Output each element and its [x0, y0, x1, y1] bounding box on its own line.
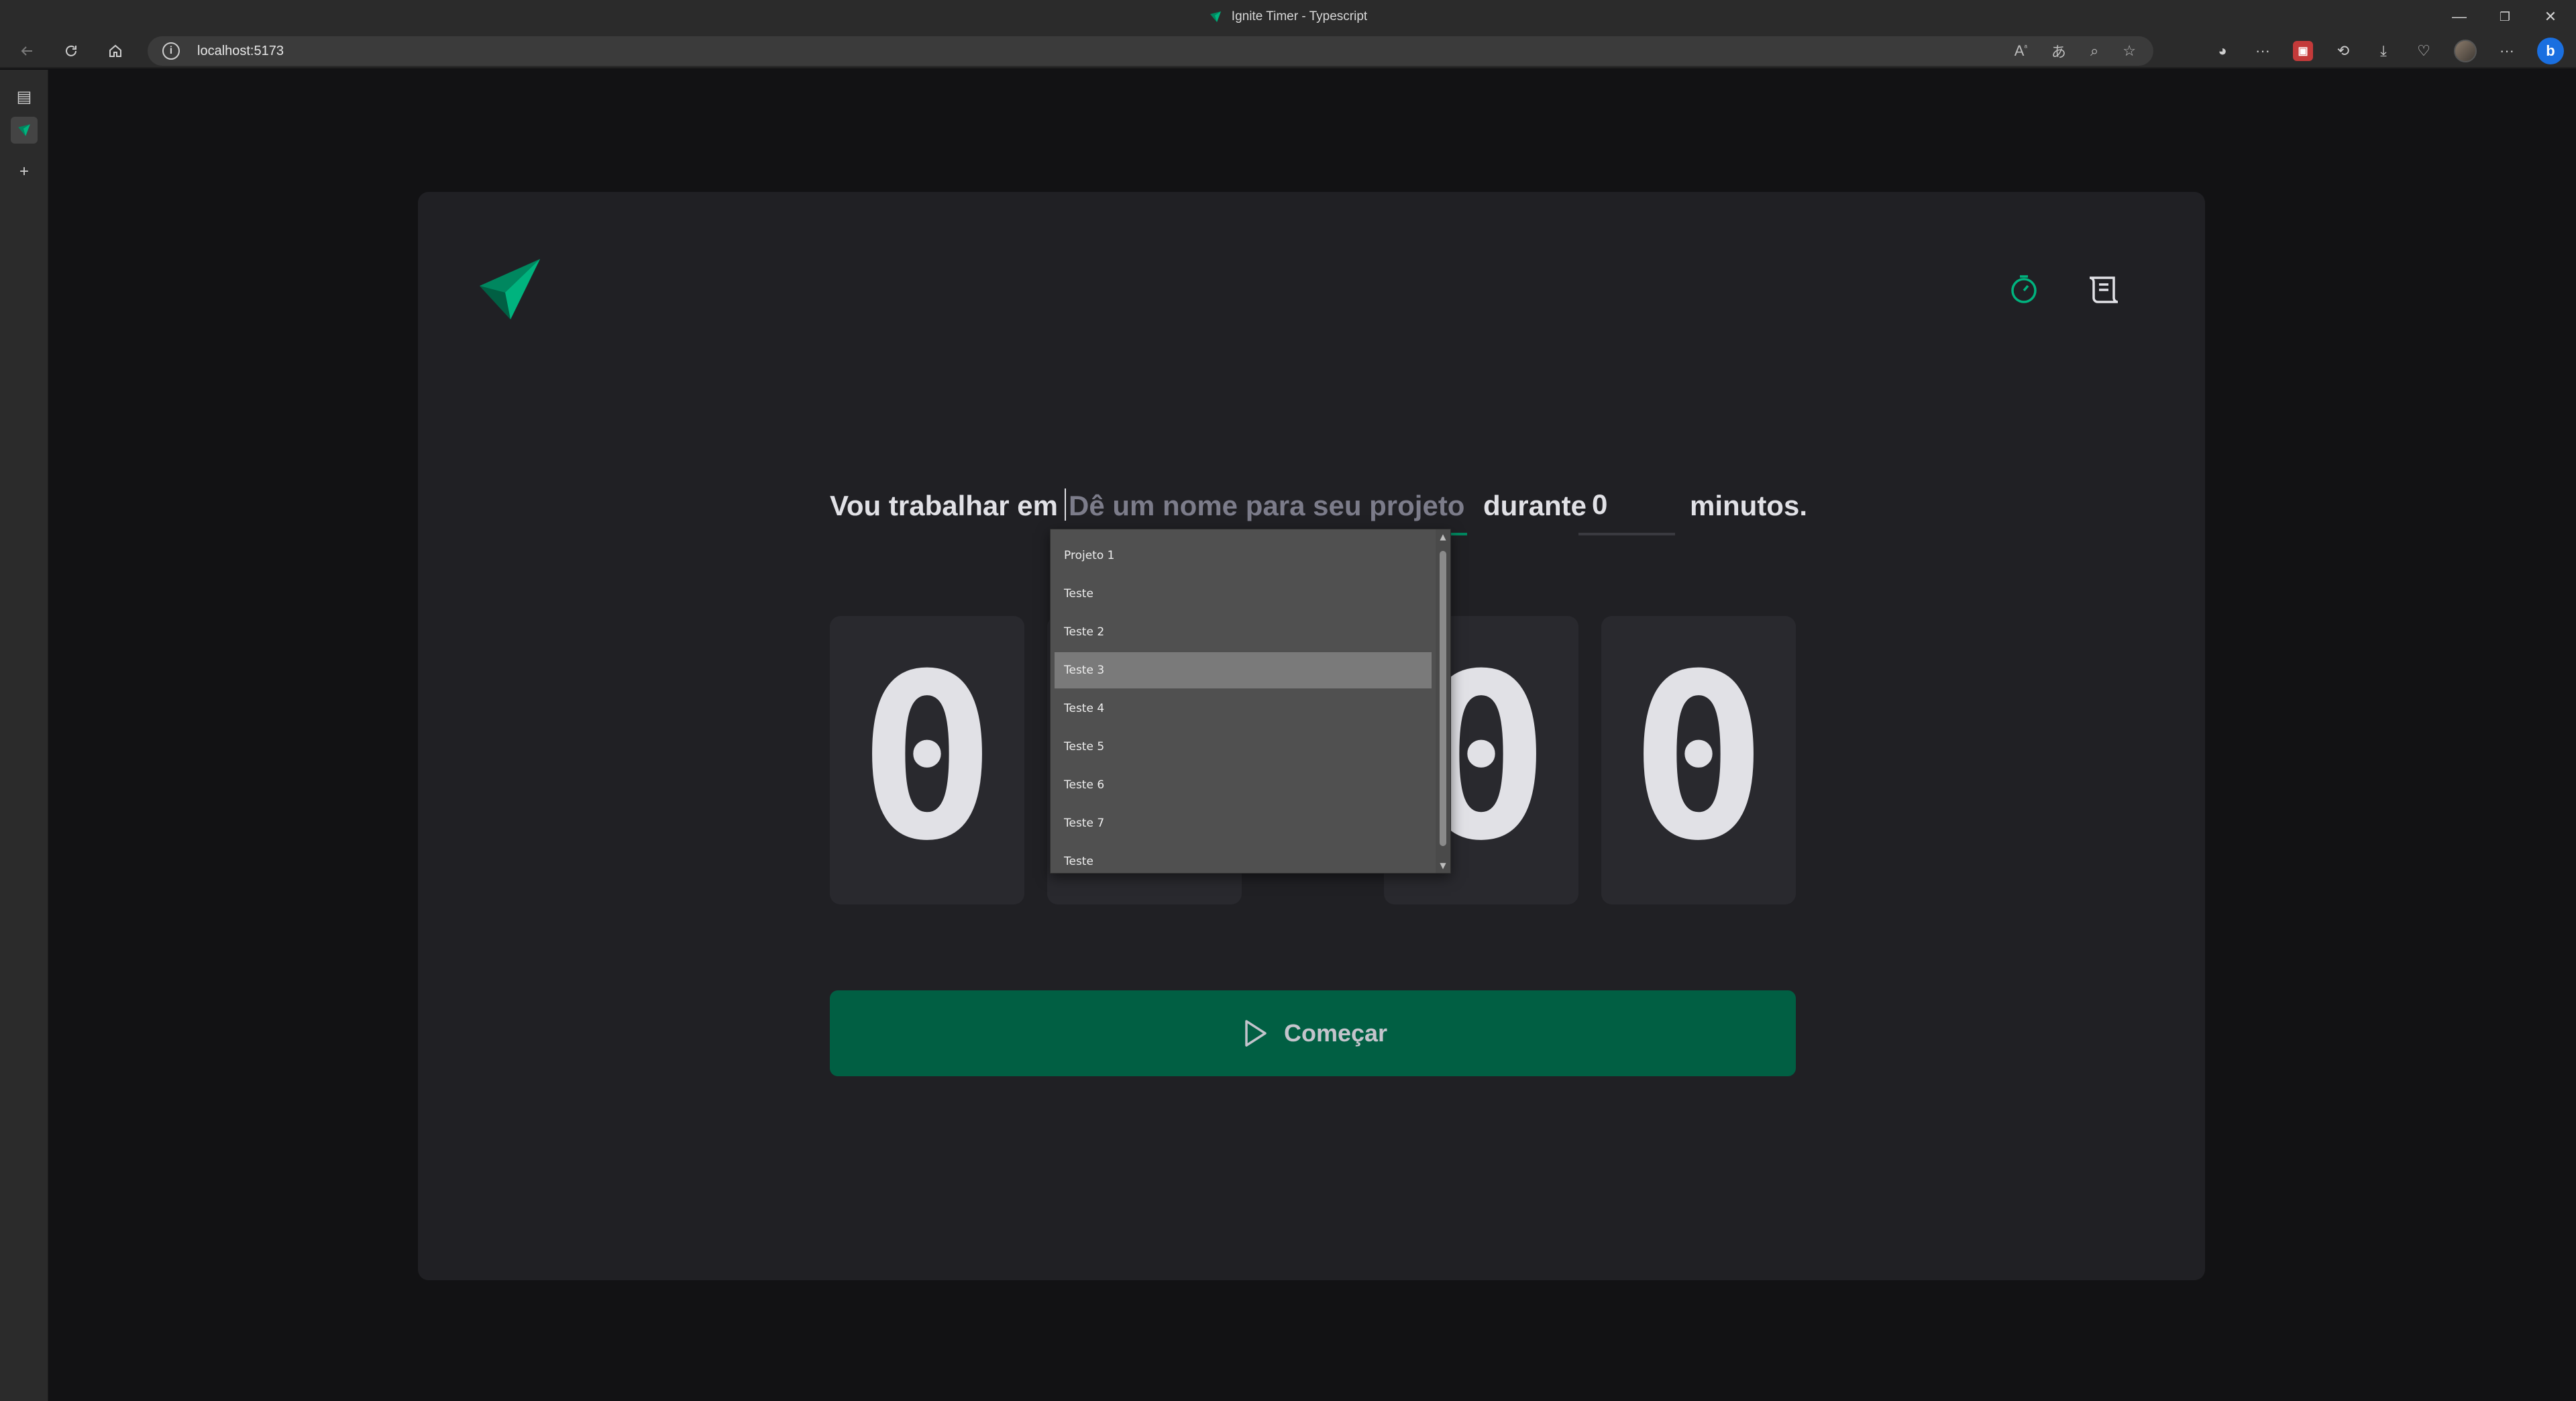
app-favicon-icon: [1210, 11, 1221, 22]
minutes-amount-input[interactable]: 0: [1578, 474, 1675, 535]
extension-cookie-icon[interactable]: ◕: [2212, 41, 2233, 61]
text-caret: [1065, 488, 1066, 521]
countdown-digit-value: 0: [1629, 625, 1768, 891]
translate-icon[interactable]: あ: [2051, 40, 2066, 62]
suggestion-item[interactable]: Teste: [1055, 843, 1432, 880]
home-button[interactable]: [102, 39, 129, 63]
extension-red-icon[interactable]: ▣: [2293, 41, 2313, 61]
window-title-bar: Ignite Timer - Typescript — ❐ ✕: [0, 0, 2576, 34]
countdown-digit-value: 0: [858, 625, 996, 891]
suggestion-item[interactable]: Teste 2: [1055, 614, 1432, 650]
url-text[interactable]: localhost:5173: [197, 44, 284, 59]
new-tab-plus-icon[interactable]: +: [11, 158, 38, 185]
close-window-button[interactable]: ✕: [2528, 0, 2573, 34]
suggestion-item[interactable]: Teste 6: [1055, 767, 1432, 803]
active-tab-favicon[interactable]: [11, 117, 38, 144]
start-countdown-button[interactable]: Começar: [830, 990, 1796, 1076]
browser-sidebar: ▤ +: [0, 70, 48, 1401]
scroll-up-icon[interactable]: ▲: [1436, 529, 1450, 544]
bing-copilot-icon[interactable]: b: [2537, 38, 2564, 64]
app-tab-icon: [18, 124, 30, 136]
minutes-label: minutos.: [1690, 490, 1807, 521]
extensions-puzzle-icon[interactable]: ⟲: [2333, 41, 2353, 61]
suggestion-item[interactable]: Projeto 1: [1055, 537, 1432, 574]
restore-button[interactable]: ❐: [2482, 0, 2528, 34]
suggestion-item[interactable]: Teste: [1055, 576, 1432, 612]
task-name-input[interactable]: Dê um nome para seu projeto: [1059, 474, 1467, 535]
extensions-area: ◕ ··· ▣ ⟲ ⤓ ♡ ··· b: [2212, 34, 2576, 68]
reload-button[interactable]: [58, 39, 85, 63]
suggestion-item[interactable]: Teste 4: [1055, 690, 1432, 727]
zoom-icon[interactable]: ⌕: [2090, 42, 2098, 60]
history-scroll-icon[interactable]: [2086, 270, 2123, 307]
window-title: Ignite Timer - Typescript: [0, 0, 2576, 34]
profile-avatar[interactable]: [2454, 40, 2477, 62]
suggestion-item[interactable]: Teste 7: [1055, 805, 1432, 841]
task-suggestions-dropdown: Projeto 1 Teste Teste 2 Teste 3 Teste 4 …: [1050, 529, 1451, 874]
countdown-digit-4: 0: [1601, 616, 1796, 904]
more-menu-icon[interactable]: ···: [2497, 41, 2517, 61]
back-arrow-icon: [21, 46, 32, 56]
reload-icon: [66, 45, 76, 56]
task-placeholder: Dê um nome para seu projeto: [1069, 490, 1465, 521]
dropdown-scrollbar[interactable]: ▲ ▼: [1436, 529, 1450, 873]
minimize-button[interactable]: —: [2436, 0, 2482, 34]
scrollbar-thumb[interactable]: [1440, 551, 1446, 846]
countdown-digit-1: 0: [830, 616, 1024, 904]
home-icon: [109, 44, 121, 57]
favorite-star-icon[interactable]: ☆: [2123, 42, 2136, 60]
downloads-icon[interactable]: ⤓: [2373, 41, 2394, 61]
minutes-value: 0: [1592, 488, 1608, 520]
scroll-down-icon[interactable]: ▼: [1436, 858, 1450, 873]
site-info-icon[interactable]: i: [162, 42, 180, 60]
back-button[interactable]: [13, 39, 40, 63]
read-aloud-icon[interactable]: Aᵃ: [2015, 42, 2027, 60]
play-icon: [1245, 1020, 1267, 1047]
browser-toolbar: i localhost:5173 Aᵃ あ ⌕ ☆ ◕ ··· ▣ ⟲ ⤓ ♡ …: [0, 34, 2576, 68]
timer-nav-icon[interactable]: [2005, 270, 2043, 307]
browser-essentials-icon[interactable]: ♡: [2414, 41, 2434, 61]
duration-label: durante: [1483, 490, 1587, 521]
address-bar[interactable]: i localhost:5173 Aᵃ あ ⌕ ☆: [148, 36, 2153, 66]
suggestion-item-highlighted[interactable]: Teste 3: [1055, 652, 1432, 688]
extension-dots-icon[interactable]: ···: [2253, 41, 2273, 61]
ignite-logo-icon: [480, 259, 540, 319]
suggestion-item[interactable]: Teste 5: [1055, 729, 1432, 765]
window-title-text: Ignite Timer - Typescript: [1231, 9, 1368, 23]
tab-actions-icon[interactable]: ▤: [11, 83, 38, 110]
start-button-label: Começar: [1283, 1019, 1388, 1047]
task-label: Vou trabalhar em: [830, 490, 1058, 521]
